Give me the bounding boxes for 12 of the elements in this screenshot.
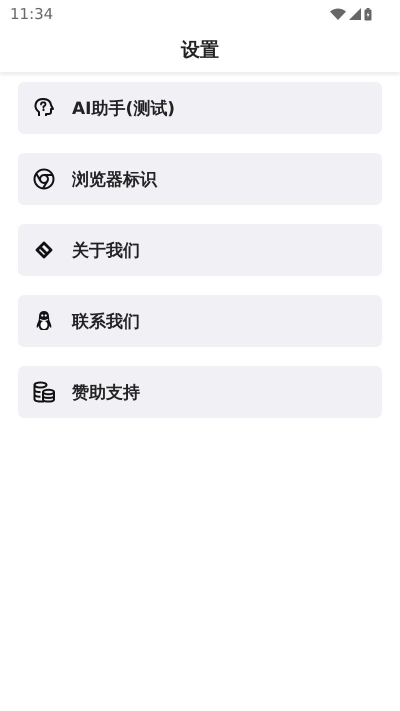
settings-item[interactable]: 关于我们 bbox=[18, 224, 382, 276]
status-time: 11:34 bbox=[10, 5, 54, 23]
settings-item[interactable]: 赞助支持 bbox=[18, 366, 382, 418]
settings-item[interactable]: 浏览器标识 bbox=[18, 153, 382, 205]
signal-icon bbox=[349, 8, 361, 20]
settings-item[interactable]: AI助手(测试) bbox=[18, 82, 382, 134]
settings-item[interactable]: 联系我们 bbox=[18, 295, 382, 347]
wifi-icon bbox=[330, 8, 346, 20]
coin-stack-icon bbox=[32, 380, 56, 404]
ring-icon bbox=[32, 167, 56, 191]
page-title: 设置 bbox=[181, 38, 219, 63]
battery-icon bbox=[364, 8, 372, 20]
